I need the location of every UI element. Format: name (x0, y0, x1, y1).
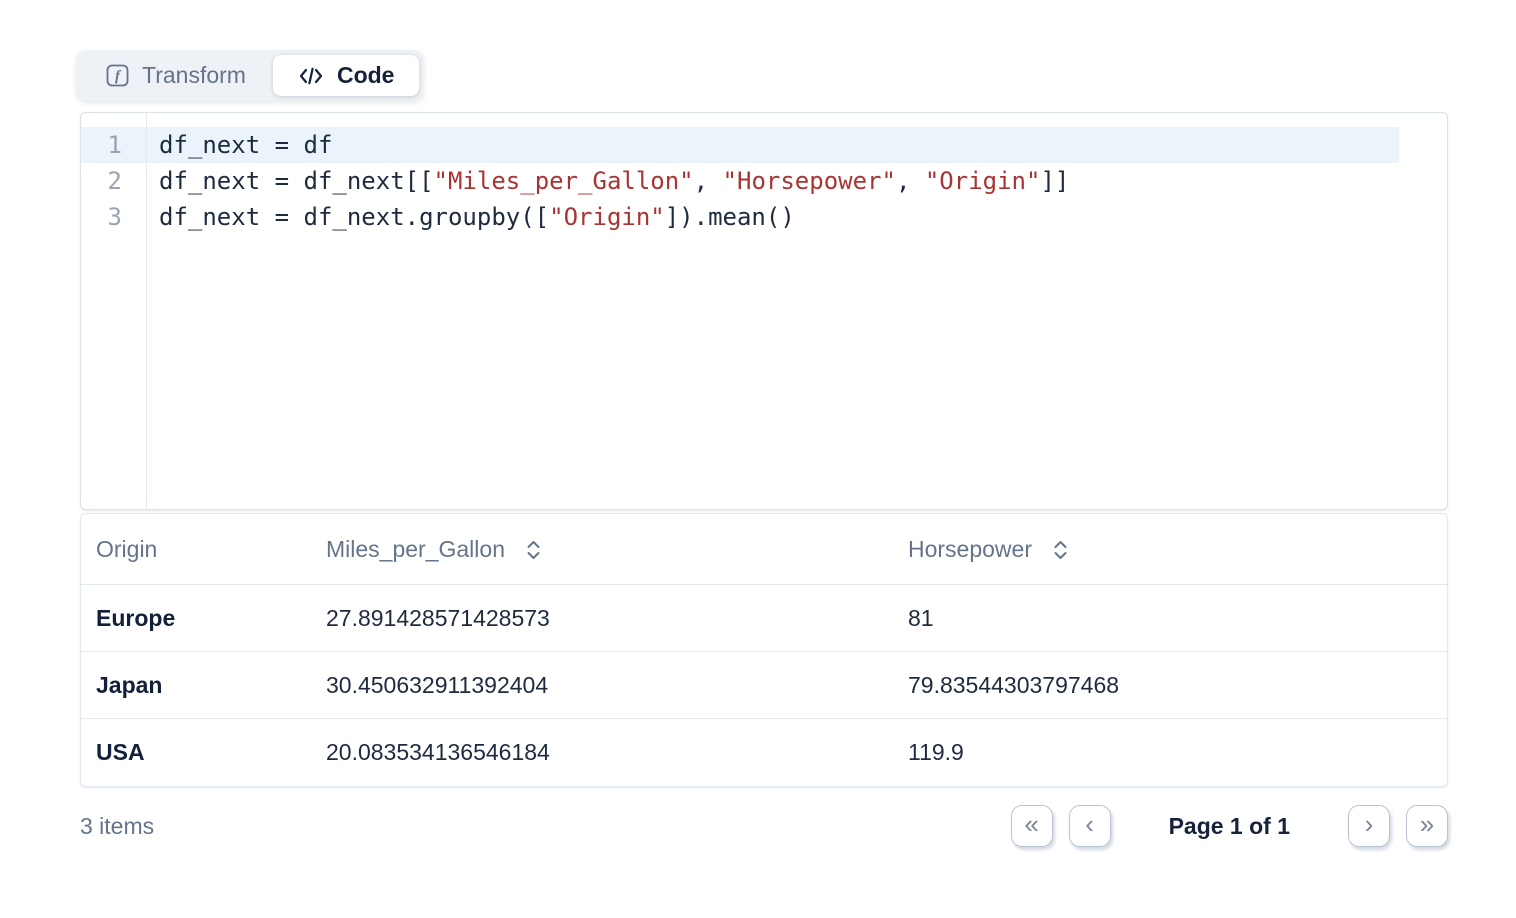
editor-content[interactable]: df_next = df df_next = df_next[["Miles_p… (147, 113, 1447, 509)
page-indicator: Page 1 of 1 (1169, 813, 1290, 840)
code-editor[interactable]: 1 2 3 df_next = df df_next = df_next[["M… (80, 112, 1448, 510)
pagination: « ‹ Page 1 of 1 › » (1011, 805, 1448, 847)
last-page-icon: » (1420, 811, 1434, 837)
first-page-button[interactable]: « (1011, 805, 1053, 847)
table-row: USA 20.083534136546184 119.9 (81, 719, 1447, 786)
cell-origin: USA (81, 739, 311, 766)
items-count: 3 items (80, 813, 154, 840)
table-row: Europe 27.891428571428573 81 (81, 585, 1447, 652)
tab-transform-label: Transform (142, 62, 246, 89)
line-number: 1 (81, 127, 146, 163)
cell-horsepower: 119.9 (893, 739, 1447, 766)
code-line: df_next = df_next.groupby(["Origin"]).me… (159, 199, 1447, 235)
line-number: 3 (81, 199, 146, 235)
tab-code-label: Code (337, 62, 395, 89)
cell-miles-per-gallon: 30.450632911392404 (311, 672, 893, 699)
editor-gutter: 1 2 3 (81, 113, 147, 509)
code-line: df_next = df (159, 127, 1447, 163)
line-number: 2 (81, 163, 146, 199)
code-line: df_next = df_next[["Miles_per_Gallon", "… (159, 163, 1447, 199)
result-table: Origin Miles_per_Gallon Horsepower (80, 513, 1448, 787)
previous-page-icon: ‹ (1085, 811, 1094, 837)
cell-origin: Europe (81, 605, 311, 632)
cell-miles-per-gallon: 20.083534136546184 (311, 739, 893, 766)
app-canvas: f Transform Code 1 2 3 df_next = df (0, 0, 1516, 918)
cell-origin: Japan (81, 672, 311, 699)
next-page-icon: › (1365, 811, 1374, 837)
last-page-button[interactable]: » (1406, 805, 1448, 847)
view-toggle: f Transform Code (76, 50, 424, 101)
column-header-horsepower[interactable]: Horsepower (893, 536, 1447, 563)
cell-miles-per-gallon: 27.891428571428573 (311, 605, 893, 632)
table-row: Japan 30.450632911392404 79.835443037974… (81, 652, 1447, 719)
cell-horsepower: 79.83544303797468 (893, 672, 1447, 699)
previous-page-button[interactable]: ‹ (1069, 805, 1111, 847)
table-footer: 3 items « ‹ Page 1 of 1 › » (80, 798, 1448, 854)
first-page-icon: « (1024, 811, 1038, 837)
sort-icon[interactable] (527, 540, 540, 560)
function-icon: f (106, 64, 129, 87)
code-icon (298, 65, 324, 87)
next-page-button[interactable]: › (1348, 805, 1390, 847)
table-header-row: Origin Miles_per_Gallon Horsepower (81, 514, 1447, 585)
cell-horsepower: 81 (893, 605, 1447, 632)
column-header-origin: Origin (81, 536, 311, 563)
column-header-miles-per-gallon[interactable]: Miles_per_Gallon (311, 536, 893, 563)
sort-icon[interactable] (1054, 540, 1067, 560)
svg-text:f: f (115, 69, 122, 85)
tab-code[interactable]: Code (273, 55, 420, 96)
tab-transform[interactable]: f Transform (81, 55, 271, 96)
